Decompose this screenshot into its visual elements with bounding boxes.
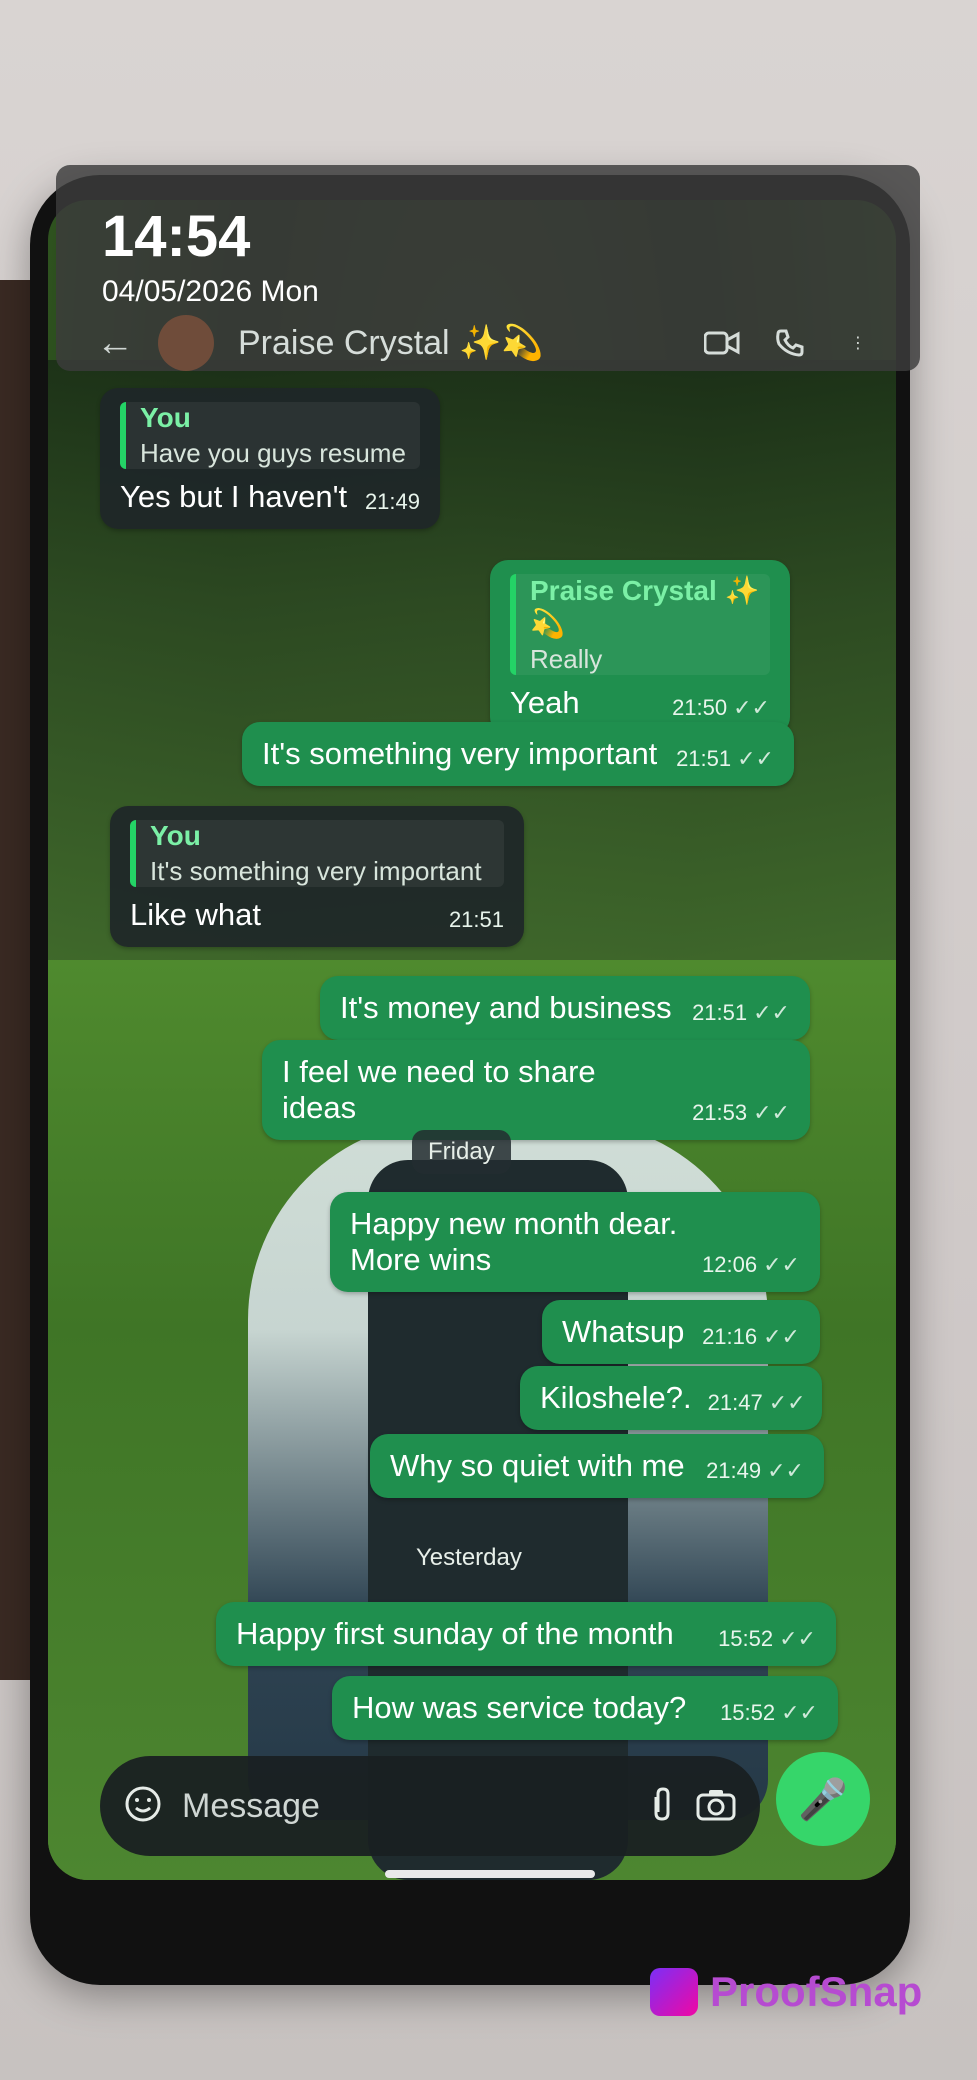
message-bubble[interactable]: You Have you guys resume Yes but I haven… bbox=[100, 388, 440, 529]
message-time: 21:51 bbox=[448, 907, 504, 932]
mic-icon: 🎤 bbox=[798, 1777, 848, 1822]
message-time: 15:52 bbox=[720, 1700, 776, 1725]
quoted-text: Really bbox=[530, 644, 603, 674]
message-text: How was service today? bbox=[352, 1690, 687, 1725]
day-separator: Yesterday bbox=[416, 1544, 522, 1571]
voice-call-icon[interactable] bbox=[768, 321, 812, 365]
emoji-sticker-icon[interactable] bbox=[124, 1785, 162, 1828]
attach-icon[interactable] bbox=[648, 1785, 676, 1828]
quoted-message[interactable]: You It's something very important bbox=[130, 820, 504, 887]
message-text: Whatsup bbox=[562, 1314, 685, 1349]
message-time: 21:53 bbox=[692, 1100, 748, 1125]
read-receipt-icon: ✓✓ bbox=[763, 1324, 800, 1349]
overlay-date: 04/05/2026 Mon bbox=[102, 275, 319, 308]
brand-name: ProofSnap bbox=[710, 1968, 923, 2015]
back-arrow-icon[interactable]: ← bbox=[96, 322, 134, 365]
message-time: 21:16 bbox=[702, 1324, 758, 1349]
quoted-message[interactable]: You Have you guys resume bbox=[120, 402, 420, 469]
message-time: 21:49 bbox=[364, 489, 420, 514]
message-composer[interactable]: Message bbox=[100, 1756, 760, 1856]
message-text: It's something very important bbox=[262, 736, 658, 771]
voice-message-button[interactable]: 🎤 bbox=[776, 1752, 870, 1846]
message-time: 15:52 bbox=[718, 1626, 774, 1651]
message-text: Like what bbox=[130, 897, 261, 932]
contact-avatar[interactable] bbox=[158, 315, 214, 371]
quoted-message[interactable]: Praise Crystal ✨💫 Really bbox=[510, 574, 770, 675]
message-bubble[interactable]: You It's something very important Like w… bbox=[110, 806, 524, 947]
quoted-sender: Praise Crystal ✨💫 bbox=[530, 575, 760, 639]
read-receipt-icon: ✓✓ bbox=[753, 1000, 790, 1025]
message-bubble[interactable]: Happy first sunday of the month 15:52 ✓✓ bbox=[216, 1602, 836, 1666]
more-vert-icon[interactable]: ⋮ bbox=[836, 321, 880, 365]
message-time: 21:47 bbox=[707, 1390, 763, 1415]
chat-header: ← Praise Crystal ✨💫 ⋮ bbox=[96, 315, 880, 371]
message-text: I feel we need to share ideas bbox=[282, 1054, 596, 1125]
overlay-time: 14:54 bbox=[102, 204, 251, 269]
message-bubble[interactable]: I feel we need to share ideas 21:53 ✓✓ bbox=[262, 1040, 810, 1140]
message-text: Why so quiet with me bbox=[390, 1448, 685, 1483]
message-bubble[interactable]: Why so quiet with me 21:49 ✓✓ bbox=[370, 1434, 824, 1498]
read-receipt-icon: ✓✓ bbox=[767, 1458, 804, 1483]
video-call-icon[interactable] bbox=[700, 321, 744, 365]
message-time: 12:06 bbox=[702, 1252, 758, 1277]
quoted-text: Have you guys resume bbox=[140, 438, 406, 468]
quoted-text: It's something very important bbox=[150, 856, 482, 886]
message-text: Happy first sunday of the month bbox=[236, 1616, 674, 1651]
message-bubble[interactable]: Praise Crystal ✨💫 Really Yeah 21:50 ✓✓ bbox=[490, 560, 790, 735]
read-receipt-icon: ✓✓ bbox=[733, 695, 770, 720]
message-input[interactable]: Message bbox=[182, 1787, 628, 1826]
read-receipt-icon: ✓✓ bbox=[768, 1390, 806, 1415]
message-text: Happy new month dear. More wins bbox=[350, 1206, 678, 1277]
read-receipt-icon: ✓✓ bbox=[737, 746, 774, 771]
home-indicator bbox=[385, 1870, 595, 1878]
message-bubble[interactable]: Kiloshele?. 21:47 ✓✓ bbox=[520, 1366, 822, 1430]
read-receipt-icon: ✓✓ bbox=[779, 1626, 816, 1651]
read-receipt-icon: ✓✓ bbox=[763, 1252, 800, 1277]
message-bubble[interactable]: It's money and business 21:51 ✓✓ bbox=[320, 976, 810, 1040]
quoted-sender: You bbox=[140, 402, 191, 433]
brand-watermark: ProofSnap bbox=[650, 1968, 922, 2016]
camera-icon[interactable] bbox=[696, 1787, 736, 1826]
message-time: 21:49 bbox=[706, 1458, 762, 1483]
read-receipt-icon: ✓✓ bbox=[781, 1700, 818, 1725]
message-text: Yes but I haven't bbox=[120, 479, 348, 514]
message-time: 21:50 bbox=[672, 695, 728, 720]
contact-name[interactable]: Praise Crystal ✨💫 bbox=[238, 323, 676, 363]
message-text: It's money and business bbox=[340, 990, 672, 1025]
message-bubble[interactable]: It's something very important 21:51 ✓✓ bbox=[242, 722, 794, 786]
message-bubble[interactable]: Whatsup 21:16 ✓✓ bbox=[542, 1300, 820, 1364]
message-time: 21:51 bbox=[692, 1000, 748, 1025]
quoted-sender: You bbox=[150, 820, 201, 851]
message-bubble[interactable]: Happy new month dear. More wins 12:06 ✓✓ bbox=[330, 1192, 820, 1292]
message-text: Yeah bbox=[510, 685, 580, 720]
message-text: Kiloshele?. bbox=[540, 1380, 692, 1415]
day-separator: Friday bbox=[412, 1130, 511, 1174]
message-time: 21:51 bbox=[676, 746, 732, 771]
message-bubble[interactable]: How was service today? 15:52 ✓✓ bbox=[332, 1676, 838, 1740]
proofsnap-logo-icon bbox=[650, 1968, 698, 2016]
read-receipt-icon: ✓✓ bbox=[753, 1100, 790, 1125]
proofsnap-timestamp-overlay: 14:54 04/05/2026 Mon ← Praise Crystal ✨💫… bbox=[56, 165, 920, 371]
